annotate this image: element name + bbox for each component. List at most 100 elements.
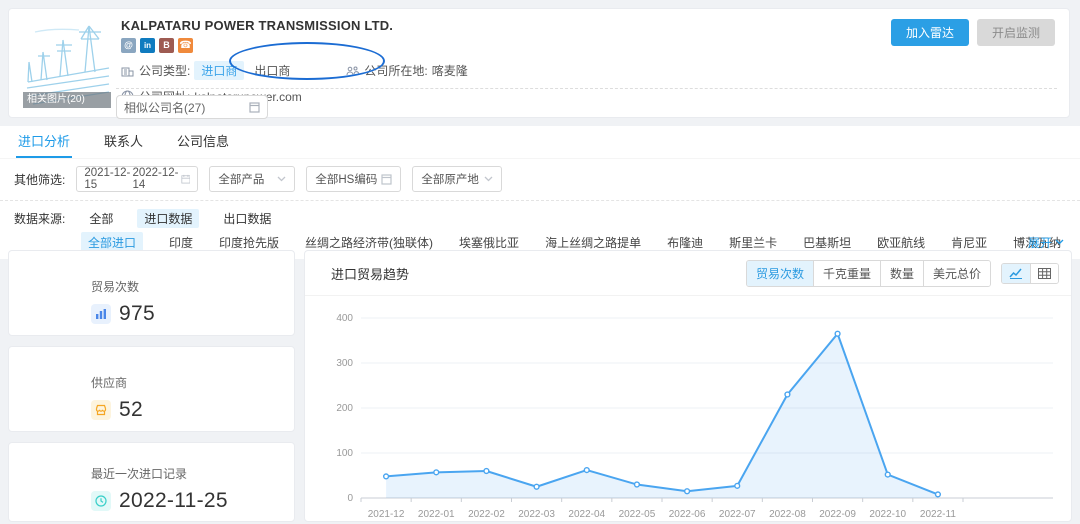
svg-text:2022-11: 2022-11 — [920, 509, 956, 520]
sub-option[interactable]: 欧亚航线 — [877, 234, 925, 251]
svg-text:2022-04: 2022-04 — [568, 509, 605, 520]
filter-dashed-divider — [0, 200, 1080, 201]
building-icon — [121, 65, 134, 77]
similar-companies-label: 相似公司名(27) — [124, 99, 205, 116]
line-chart-view-button[interactable] — [1002, 264, 1030, 283]
join-radar-button[interactable]: 加入雷达 — [891, 19, 969, 46]
source-option-import[interactable]: 进口数据 — [137, 209, 199, 228]
company-location-label: 公司所在地: — [364, 62, 427, 79]
thumbnail-caption: 相关图片(20) — [23, 92, 111, 108]
sub-option[interactable]: 斯里兰卡 — [729, 234, 777, 251]
svg-text:2022-07: 2022-07 — [719, 509, 756, 520]
clock-icon — [91, 491, 111, 511]
organization-icon — [346, 65, 359, 77]
analysis-section: 进口分析 联系人 公司信息 其他筛选: 2021-12-15 2022-12-1… — [0, 126, 1080, 259]
expand-link[interactable]: 展开 — [1028, 234, 1064, 251]
tab-import-analysis[interactable]: 进口分析 — [18, 126, 70, 158]
origin-select-value: 全部原产地 — [421, 171, 479, 187]
expand-label: 展开 — [1028, 234, 1052, 251]
origin-select[interactable]: 全部原产地 — [412, 166, 502, 192]
sub-option[interactable]: 印度抢先版 — [219, 234, 279, 251]
view-toggle-group — [1001, 263, 1059, 284]
window-icon — [249, 102, 260, 113]
date-range-picker[interactable]: 2021-12-15 2022-12-14 — [76, 166, 198, 192]
svg-text:0: 0 — [347, 493, 353, 504]
linkedin-icon[interactable]: in — [140, 38, 155, 53]
company-type-import: 进口商 — [194, 61, 244, 80]
stat-card-suppliers: 供应商 52 — [8, 346, 295, 432]
sub-option[interactable]: 肯尼亚 — [951, 234, 987, 251]
sub-option[interactable]: 丝绸之路经济带(独联体) — [305, 234, 433, 251]
svg-text:400: 400 — [336, 313, 353, 324]
company-header-card: 相关图片(20) KALPATARU POWER TRANSMISSION LT… — [8, 8, 1070, 118]
stat-card-trade-count: 贸易次数 975 — [8, 250, 295, 336]
stat-card-last-import: 最近一次进口记录 2022-11-25 — [8, 442, 295, 522]
svg-text:2022-05: 2022-05 — [619, 509, 656, 520]
start-monitor-button[interactable]: 开启监测 — [977, 19, 1055, 46]
hs-code-select[interactable]: 全部HS编码 — [306, 166, 401, 192]
product-select-value: 全部产品 — [218, 171, 264, 187]
header-dashed-divider — [116, 88, 1057, 89]
svg-text:2022-02: 2022-02 — [468, 509, 505, 520]
shop-icon — [91, 400, 111, 420]
website-icon[interactable]: @ — [121, 38, 136, 53]
svg-text:100: 100 — [336, 448, 353, 459]
hs-code-select-value: 全部HS编码 — [315, 171, 377, 187]
metric-trade-count-button[interactable]: 贸易次数 — [747, 261, 813, 286]
svg-text:2022-01: 2022-01 — [418, 509, 455, 520]
filter-label: 其他筛选: — [14, 171, 65, 188]
tab-bar: 进口分析 联系人 公司信息 — [0, 126, 1080, 159]
chevron-down-icon — [277, 176, 286, 182]
sub-option[interactable]: 海上丝绸之路提单 — [545, 234, 641, 251]
bar-chart-icon — [91, 304, 111, 324]
source-option-all[interactable]: 全部 — [89, 210, 113, 227]
window-icon — [381, 174, 392, 185]
trend-chart-card: 进口贸易趋势 贸易次数 千克重量 数量 美元总价 010020030040020… — [304, 250, 1072, 522]
source-option-export[interactable]: 出口数据 — [223, 210, 271, 227]
svg-text:2022-03: 2022-03 — [518, 509, 555, 520]
company-type-export: 出口商 — [254, 62, 290, 79]
company-name: KALPATARU POWER TRANSMISSION LTD. — [121, 18, 468, 33]
svg-text:2022-08: 2022-08 — [769, 509, 806, 520]
company-type-label: 公司类型: — [139, 62, 190, 79]
filter-row: 其他筛选: 2021-12-15 2022-12-14 全部产品 全部HS编码 … — [14, 166, 1080, 192]
tab-contacts[interactable]: 联系人 — [104, 126, 143, 158]
similar-companies-select[interactable]: 相似公司名(27) — [116, 95, 268, 119]
tab-company-info[interactable]: 公司信息 — [177, 126, 229, 158]
svg-text:2021-12: 2021-12 — [368, 509, 405, 520]
sub-option[interactable]: 印度 — [169, 234, 193, 251]
social-icons-row: @ in B ☎ — [121, 38, 468, 53]
sub-option[interactable]: 埃塞俄比亚 — [459, 234, 519, 251]
date-end: 2022-12-14 — [132, 167, 180, 191]
svg-text:300: 300 — [336, 358, 353, 369]
stat-label: 供应商 — [91, 374, 294, 391]
sub-option[interactable]: 布隆迪 — [667, 234, 703, 251]
calendar-icon — [181, 173, 191, 185]
line-chart-icon — [1009, 268, 1023, 279]
stat-value: 2022-11-25 — [119, 489, 228, 513]
svg-text:2022-09: 2022-09 — [819, 509, 856, 520]
company-location-value: 喀麦隆 — [432, 62, 468, 79]
company-thumbnail[interactable]: 相关图片(20) — [23, 20, 111, 108]
stat-label: 贸易次数 — [91, 278, 294, 295]
metric-button-group: 贸易次数 千克重量 数量 美元总价 — [746, 260, 991, 287]
blog-icon[interactable]: B — [159, 38, 174, 53]
phone-icon[interactable]: ☎ — [178, 38, 193, 53]
svg-text:200: 200 — [336, 403, 353, 414]
table-icon — [1038, 268, 1051, 279]
table-view-button[interactable] — [1030, 264, 1058, 283]
chevron-down-icon — [1055, 239, 1064, 245]
metric-quantity-button[interactable]: 数量 — [880, 261, 923, 286]
svg-text:2022-10: 2022-10 — [869, 509, 906, 520]
stat-value: 52 — [119, 398, 143, 422]
product-select[interactable]: 全部产品 — [209, 166, 295, 192]
metric-usd-total-button[interactable]: 美元总价 — [923, 261, 990, 286]
sub-option[interactable]: 巴基斯坦 — [803, 234, 851, 251]
stat-label: 最近一次进口记录 — [91, 465, 294, 482]
data-source-label: 数据来源: — [14, 210, 65, 227]
stat-value: 975 — [119, 302, 155, 326]
data-source-row: 数据来源: 全部 进口数据 出口数据 — [14, 208, 1080, 228]
metric-weight-button[interactable]: 千克重量 — [813, 261, 880, 286]
trend-line-chart: 0 100 200 300 400 2021-12 2022-01 2022-02 2022-0… — [315, 302, 1059, 524]
date-start: 2021-12-15 — [84, 167, 132, 191]
